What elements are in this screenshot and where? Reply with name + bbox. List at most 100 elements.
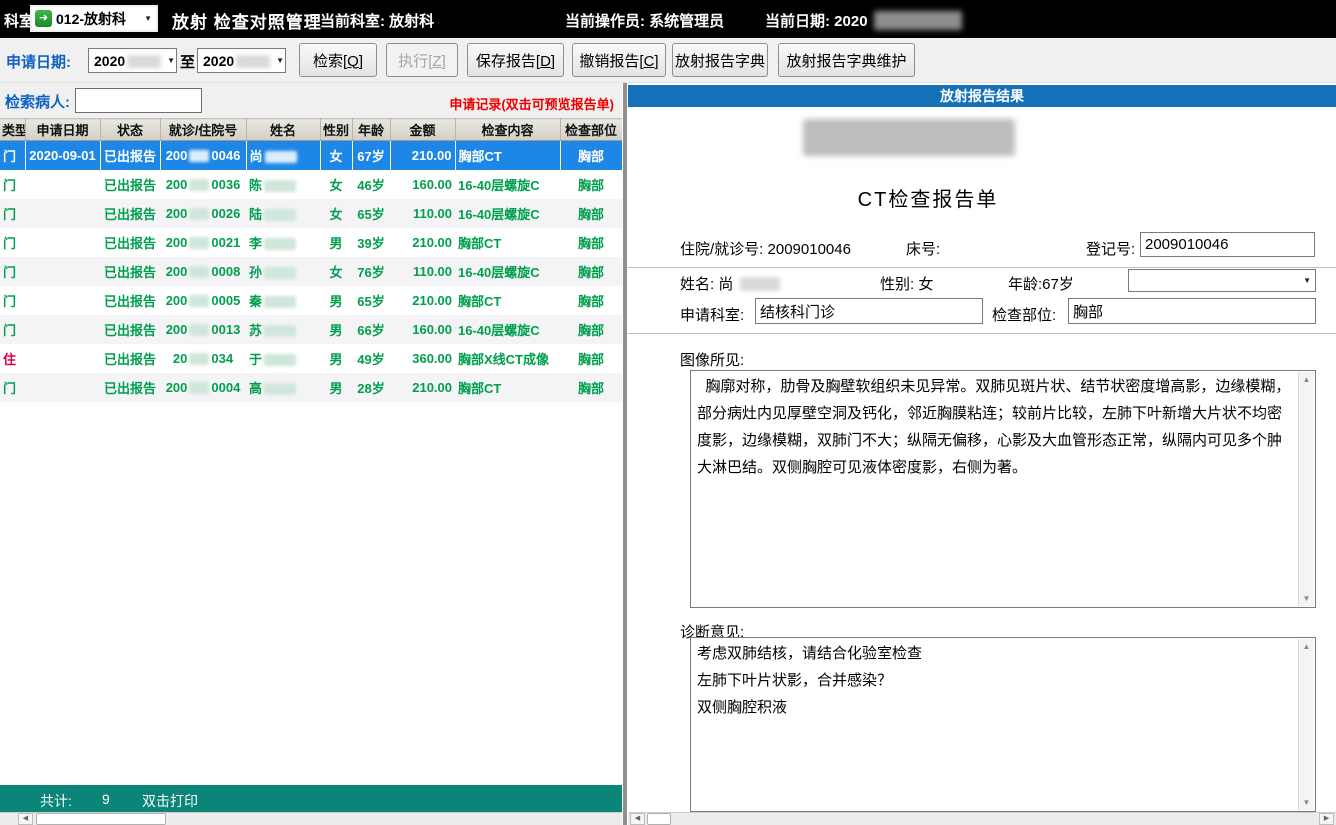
cell-exam-content[interactable]: 胸部X线CT成像 (455, 344, 560, 373)
column-header[interactable]: 年龄 (352, 119, 390, 141)
column-header[interactable]: 检查内容 (455, 119, 560, 141)
cell-name[interactable]: 李 (246, 228, 320, 257)
dept-select[interactable]: ➜ 012-放射科 ▼ (30, 5, 158, 32)
cell-request-date[interactable] (25, 286, 100, 315)
column-header[interactable]: 就诊/住院号 (160, 119, 246, 141)
cell-age[interactable]: 39岁 (352, 228, 390, 257)
cell-type[interactable]: 门 (0, 257, 25, 286)
cell-visit-id[interactable]: 2000013 (160, 315, 246, 344)
cell-name[interactable]: 高 (246, 373, 320, 402)
table-row[interactable]: 门已出报告2000036陈女46岁160.0016-40层螺旋C胸部 (0, 170, 622, 199)
right-horizontal-scrollbar[interactable]: ◀ ▶ (628, 812, 1336, 825)
table-row[interactable]: 门2020-09-01已出报告2000046尚女67岁210.00胸部CT胸部 (0, 141, 622, 170)
cell-status[interactable]: 已出报告 (100, 286, 160, 315)
cell-age[interactable]: 67岁 (352, 141, 390, 170)
scroll-up-icon[interactable]: ▲ (1299, 642, 1314, 651)
cell-type[interactable]: 门 (0, 373, 25, 402)
cell-amount[interactable]: 110.00 (390, 257, 455, 286)
cell-amount[interactable]: 210.00 (390, 228, 455, 257)
execute-button[interactable]: 执行[Z] (386, 43, 458, 77)
cell-exam-content[interactable]: 16-40层螺旋C (455, 315, 560, 344)
cell-visit-id[interactable]: 2000036 (160, 170, 246, 199)
cell-amount[interactable]: 210.00 (390, 286, 455, 315)
cell-sex[interactable]: 男 (320, 286, 352, 315)
table-row[interactable]: 门已出报告2000008孙女76岁110.0016-40层螺旋C胸部 (0, 257, 622, 286)
cell-visit-id[interactable]: 2000004 (160, 373, 246, 402)
cell-visit-id[interactable]: 2000026 (160, 199, 246, 228)
cell-type[interactable]: 门 (0, 286, 25, 315)
cell-amount[interactable]: 360.00 (390, 344, 455, 373)
cell-sex[interactable]: 男 (320, 228, 352, 257)
exam-part-input[interactable] (1068, 298, 1316, 324)
report-template-select[interactable]: ▼ (1128, 269, 1316, 292)
report-dictionary-button[interactable]: 放射报告字典 (672, 43, 768, 77)
column-header[interactable]: 状态 (100, 119, 160, 141)
scroll-left-icon[interactable]: ◀ (18, 813, 33, 825)
cell-request-date[interactable] (25, 373, 100, 402)
cell-exam-content[interactable]: 胸部CT (455, 286, 560, 315)
cell-name[interactable]: 苏 (246, 315, 320, 344)
cell-name[interactable]: 陆 (246, 199, 320, 228)
diagnosis-textarea[interactable]: 考虑双肺结核，请结合化验室检查 左肺下叶片状影，合并感染？ 双侧胸腔积液 (692, 639, 1297, 810)
cell-age[interactable]: 65岁 (352, 199, 390, 228)
scroll-right-icon[interactable]: ▶ (1319, 813, 1334, 825)
cell-visit-id[interactable]: 2000046 (160, 141, 246, 170)
scroll-down-icon[interactable]: ▼ (1299, 798, 1314, 807)
table-row[interactable]: 门已出报告2000013苏男66岁160.0016-40层螺旋C胸部 (0, 315, 622, 344)
registration-number-input[interactable] (1140, 232, 1315, 257)
scrollbar-thumb[interactable] (36, 813, 166, 825)
cell-status[interactable]: 已出报告 (100, 170, 160, 199)
cell-status[interactable]: 已出报告 (100, 257, 160, 286)
table-row[interactable]: 住已出报告20034于男49岁360.00胸部X线CT成像胸部 (0, 344, 622, 373)
cell-sex[interactable]: 女 (320, 170, 352, 199)
cell-request-date[interactable] (25, 315, 100, 344)
cell-name[interactable]: 陈 (246, 170, 320, 199)
cell-status[interactable]: 已出报告 (100, 141, 160, 170)
column-header[interactable]: 类型 (0, 119, 25, 141)
left-horizontal-scrollbar[interactable]: ◀ (0, 812, 622, 825)
cell-amount[interactable]: 160.00 (390, 170, 455, 199)
cell-exam-part[interactable]: 胸部 (560, 344, 622, 373)
cell-sex[interactable]: 女 (320, 257, 352, 286)
cell-sex[interactable]: 男 (320, 315, 352, 344)
cell-age[interactable]: 46岁 (352, 170, 390, 199)
cell-visit-id[interactable]: 2000021 (160, 228, 246, 257)
cell-age[interactable]: 28岁 (352, 373, 390, 402)
cell-exam-content[interactable]: 胸部CT (455, 373, 560, 402)
cell-status[interactable]: 已出报告 (100, 373, 160, 402)
cell-age[interactable]: 49岁 (352, 344, 390, 373)
cell-exam-content[interactable]: 胸部CT (455, 141, 560, 170)
cell-sex[interactable]: 男 (320, 344, 352, 373)
cell-exam-content[interactable]: 16-40层螺旋C (455, 257, 560, 286)
cell-status[interactable]: 已出报告 (100, 315, 160, 344)
cell-exam-part[interactable]: 胸部 (560, 228, 622, 257)
report-dictionary-maintenance-button[interactable]: 放射报告字典维护 (778, 43, 915, 77)
cell-visit-id[interactable]: 2000008 (160, 257, 246, 286)
cell-exam-part[interactable]: 胸部 (560, 199, 622, 228)
cell-exam-part[interactable]: 胸部 (560, 286, 622, 315)
search-button[interactable]: 检索[Q] (299, 43, 377, 77)
save-report-button[interactable]: 保存报告[D] (467, 43, 564, 77)
cell-type[interactable]: 门 (0, 170, 25, 199)
table-row[interactable]: 门已出报告2000005秦男65岁210.00胸部CT胸部 (0, 286, 622, 315)
findings-scrollbar[interactable]: ▲ ▼ (1298, 372, 1314, 606)
cell-name[interactable]: 尚 (246, 141, 320, 170)
column-header[interactable]: 姓名 (246, 119, 320, 141)
cell-exam-part[interactable]: 胸部 (560, 170, 622, 199)
column-header[interactable]: 检查部位 (560, 119, 622, 141)
date-from-select[interactable]: 2020 ▼ (88, 48, 177, 73)
scroll-down-icon[interactable]: ▼ (1299, 594, 1314, 603)
cell-type[interactable]: 门 (0, 141, 25, 170)
request-dept-input[interactable] (755, 298, 983, 324)
cell-amount[interactable]: 210.00 (390, 141, 455, 170)
diagnosis-scrollbar[interactable]: ▲ ▼ (1298, 639, 1314, 810)
cell-visit-id[interactable]: 2000005 (160, 286, 246, 315)
cell-status[interactable]: 已出报告 (100, 228, 160, 257)
cell-visit-id[interactable]: 20034 (160, 344, 246, 373)
cell-sex[interactable]: 男 (320, 373, 352, 402)
cell-amount[interactable]: 160.00 (390, 315, 455, 344)
cell-sex[interactable]: 女 (320, 199, 352, 228)
cell-amount[interactable]: 210.00 (390, 373, 455, 402)
cell-exam-part[interactable]: 胸部 (560, 373, 622, 402)
cell-exam-part[interactable]: 胸部 (560, 257, 622, 286)
